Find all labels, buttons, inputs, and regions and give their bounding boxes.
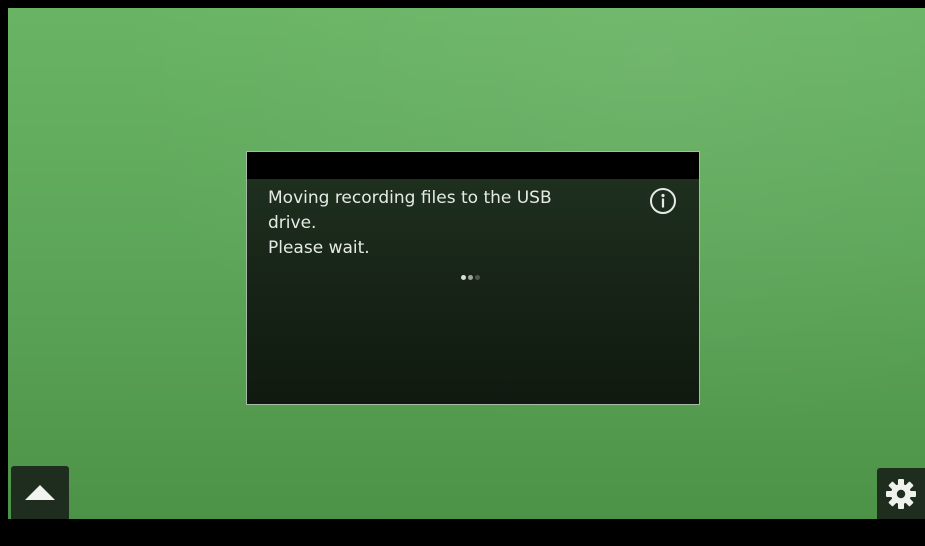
loading-dot: [468, 275, 473, 280]
screen: Moving recording files to the USB drive.…: [0, 0, 925, 546]
settings-button[interactable]: [877, 468, 925, 519]
bottom-bar: [0, 519, 925, 546]
gear-icon: [886, 478, 916, 509]
progress-dialog: Moving recording files to the USB drive.…: [246, 151, 700, 405]
info-icon[interactable]: [649, 187, 677, 215]
loading-dots-icon: [461, 275, 480, 280]
dialog-title-bar: [247, 152, 699, 179]
loading-dot: [461, 275, 466, 280]
dialog-message: Moving recording files to the USB drive.…: [268, 188, 552, 258]
expand-menu-button[interactable]: [11, 466, 69, 519]
loading-dot: [475, 275, 480, 280]
triangle-up-icon: [25, 484, 55, 500]
display-area: Moving recording files to the USB drive.…: [8, 8, 925, 519]
